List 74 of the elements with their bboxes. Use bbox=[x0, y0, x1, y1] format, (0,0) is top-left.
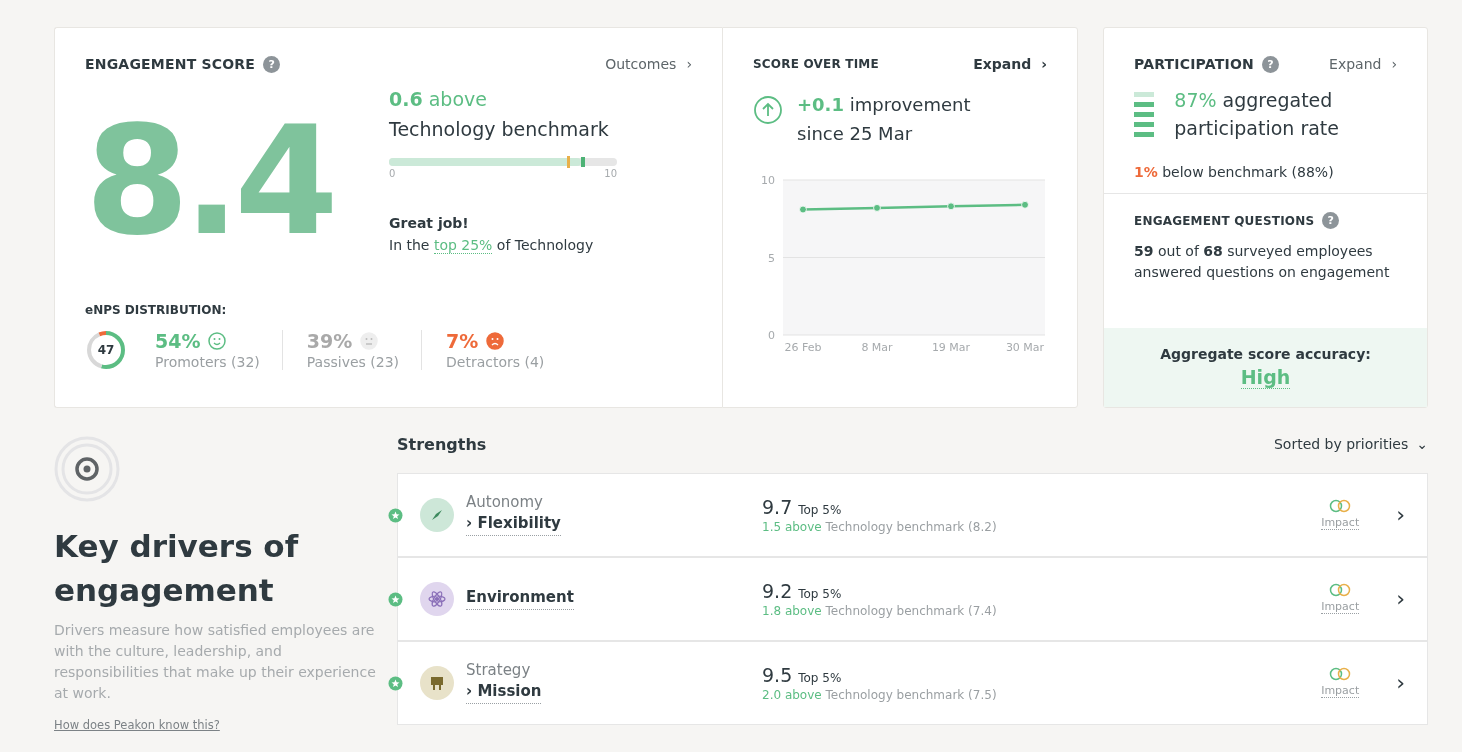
driver-score: 9.2 bbox=[762, 579, 793, 602]
neutral-face-icon bbox=[360, 332, 379, 350]
section-description: Drivers measure how satisfied employees are with the culture, leadership, and responsibilities that make up their experience at work. bbox=[54, 621, 377, 703]
scale-label: 10 bbox=[604, 168, 617, 179]
outcomes-link[interactable]: Outcomes › bbox=[605, 56, 692, 72]
star-badge-icon bbox=[388, 591, 403, 607]
engagement-score-value: 8.4 bbox=[85, 94, 333, 268]
section-heading: Key drivers of engagement bbox=[54, 527, 300, 610]
benchmark-text: 1.8 above Technology benchmark (7.4) bbox=[762, 603, 998, 618]
sad-face-icon bbox=[486, 332, 505, 350]
driver-name[interactable]: Environment bbox=[466, 587, 574, 610]
chevron-button[interactable]: › bbox=[1392, 670, 1409, 695]
card-title: ENGAGEMENT SCORE bbox=[85, 56, 256, 72]
chevron-button[interactable]: › bbox=[1392, 502, 1409, 527]
rank-label: Top 5% bbox=[798, 586, 842, 601]
help-link[interactable]: How does Peakon know this? bbox=[54, 718, 220, 732]
section-title: ENGAGEMENT QUESTIONS bbox=[1134, 213, 1315, 228]
x-tick-label: 19 Mar bbox=[931, 341, 971, 354]
benchmark-text: 2.0 above Technology benchmark (7.5) bbox=[762, 687, 998, 702]
benchmark-text: 1.5 above Technology benchmark (8.2) bbox=[762, 519, 998, 534]
star-badge-icon bbox=[388, 507, 403, 523]
enps-score: 47 bbox=[97, 344, 115, 356]
star-badge-icon bbox=[388, 675, 403, 691]
impact-label: Impact bbox=[1321, 684, 1360, 698]
praise-text: Great job! bbox=[389, 215, 470, 231]
y-tick-label: 10 bbox=[761, 174, 775, 187]
driver-category: Strategy bbox=[466, 661, 531, 679]
y-tick-label: 0 bbox=[768, 329, 775, 342]
group-percent: 39% bbox=[306, 330, 353, 352]
chevron-button[interactable]: › bbox=[1392, 586, 1409, 611]
driver-name[interactable]: › Mission bbox=[466, 682, 542, 704]
card-title: SCORE OVER TIME bbox=[753, 57, 879, 71]
improvement-text: +0.1 improvement since 25 Mar bbox=[797, 93, 971, 146]
benchmark-difference: 0.6 above bbox=[389, 88, 488, 110]
enps-donut bbox=[85, 329, 127, 371]
atom-icon bbox=[427, 588, 447, 609]
enps-title: eNPS DISTRIBUTION: bbox=[85, 303, 227, 317]
arrow-up-circle-icon bbox=[753, 95, 783, 125]
answered-text: 59 out of 68 surveyed employees answered questions on engagement bbox=[1134, 242, 1391, 282]
x-tick-label: 30 Mar bbox=[1005, 341, 1045, 354]
expand-link[interactable]: Expand › bbox=[1329, 56, 1397, 72]
group-label: Promoters (32) bbox=[155, 354, 260, 370]
happy-face-icon bbox=[208, 332, 227, 350]
rank-label: Top 5% bbox=[798, 670, 842, 685]
sort-dropdown[interactable]: Sorted by priorities ⌄ bbox=[1273, 436, 1428, 452]
benchmark-comparison: 1% below benchmark (88%) bbox=[1134, 164, 1335, 180]
rank-text: In the top 25% of Technology bbox=[389, 237, 595, 253]
scale-label: 0 bbox=[389, 168, 396, 179]
benchmark-name: Technology benchmark bbox=[389, 118, 610, 140]
driver-row[interactable]: Environment 9.2 Top 5% 1.8 above Technology benchmark (7.4) Impact › bbox=[397, 556, 1428, 641]
accuracy-label: Aggregate score accuracy: bbox=[1160, 346, 1371, 362]
expand-link[interactable]: Expand › bbox=[973, 56, 1047, 72]
group-label: Passives (23) bbox=[306, 354, 400, 370]
impact-label: Impact bbox=[1321, 516, 1360, 530]
group-percent: 54% bbox=[155, 330, 201, 352]
card-title: PARTICIPATION bbox=[1134, 56, 1254, 72]
driver-name[interactable]: › Flexibility bbox=[466, 514, 561, 536]
rank-label: Top 5% bbox=[798, 502, 842, 517]
impact-label: Impact bbox=[1321, 600, 1360, 614]
driver-row[interactable]: Strategy › Mission 9.5 Top 5% 2.0 above Technology benchmark (7.5) Impact › bbox=[397, 640, 1428, 725]
participation-rate: 87% aggregated participation rate bbox=[1174, 88, 1340, 141]
driver-score: 9.7 bbox=[762, 495, 793, 518]
target-icon bbox=[54, 436, 120, 502]
driver-score: 9.5 bbox=[762, 663, 793, 686]
list-title: Strengths bbox=[397, 434, 487, 454]
x-tick-label: 8 Mar bbox=[861, 341, 893, 354]
presentation-board-icon bbox=[429, 674, 445, 691]
group-label: Detractors (4) bbox=[446, 354, 545, 370]
y-tick-label: 5 bbox=[768, 251, 775, 265]
x-tick-label: 26 Feb bbox=[784, 341, 822, 354]
group-percent: 7% bbox=[446, 330, 479, 352]
driver-row[interactable]: Autonomy › Flexibility 9.7 Top 5% 1.5 above Technology benchmark (8.2) Impact › bbox=[397, 472, 1428, 557]
driver-category: Autonomy bbox=[466, 493, 543, 511]
accuracy-value: High bbox=[1240, 366, 1291, 389]
